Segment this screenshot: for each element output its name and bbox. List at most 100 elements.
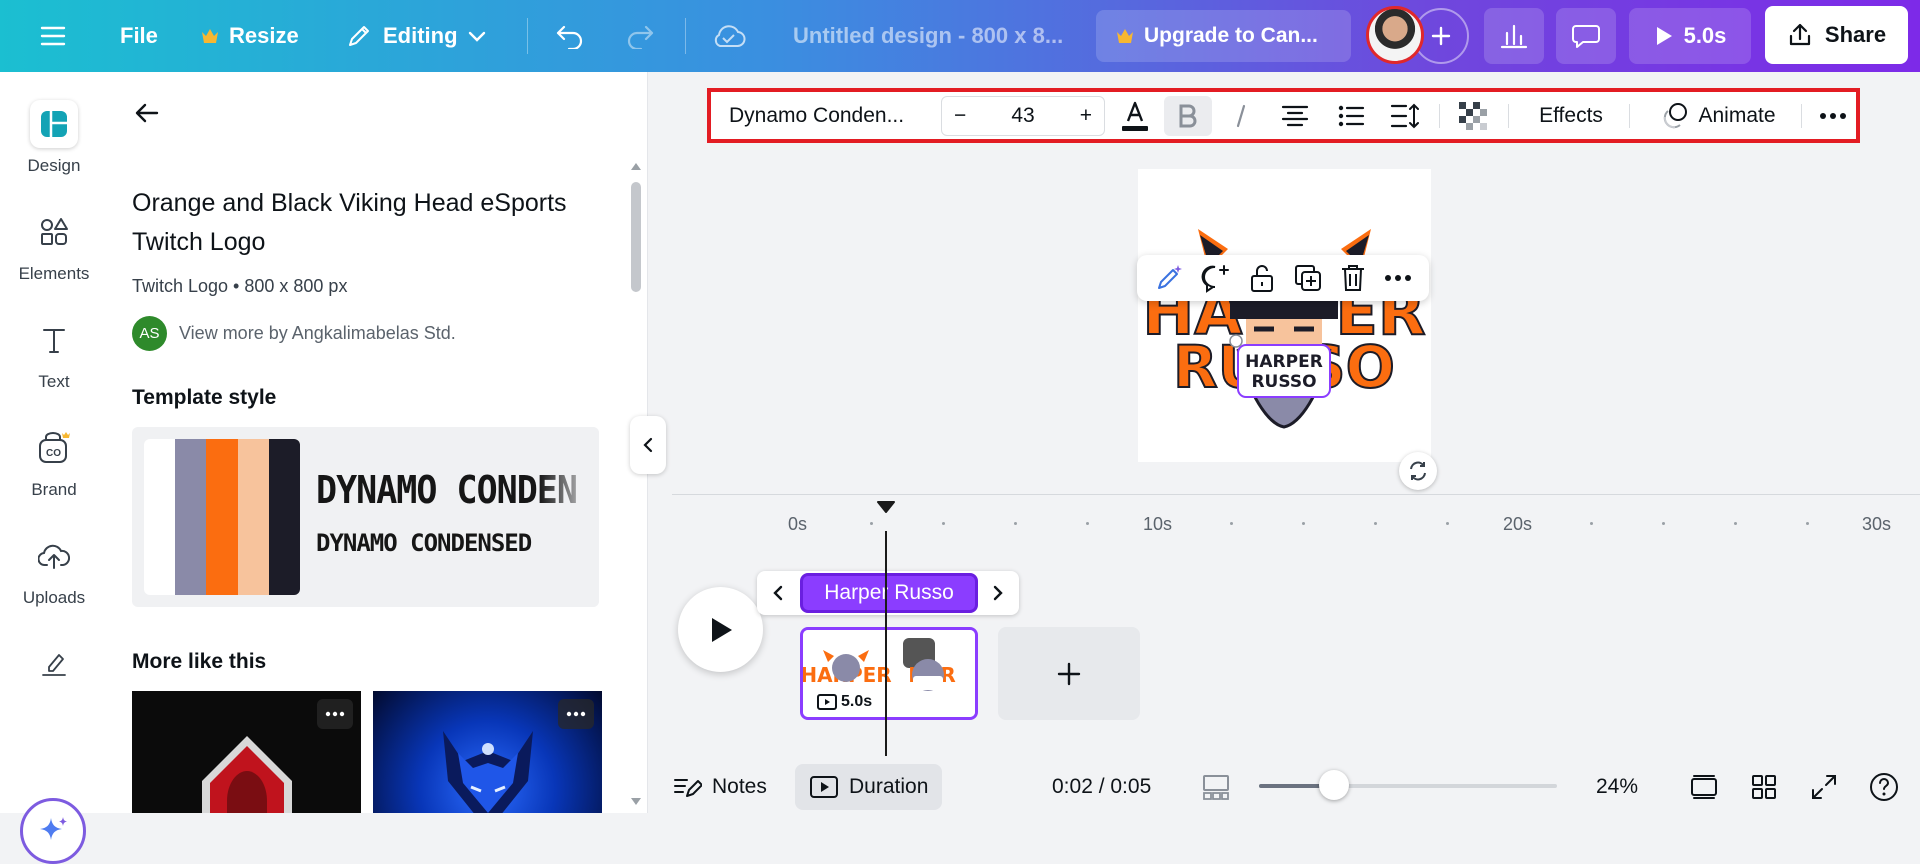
rail-item-design[interactable]: Design	[0, 100, 108, 176]
magic-assistant-button[interactable]	[20, 798, 86, 864]
play-icon	[711, 617, 732, 642]
undo-button[interactable]	[555, 0, 585, 72]
rail-label: Design	[27, 156, 81, 175]
design-artboard[interactable]: HARPER RUSSO HARPER RUSSO	[1138, 169, 1431, 462]
decrease-font-button[interactable]: −	[954, 104, 966, 128]
duration-label: Duration	[849, 775, 929, 798]
tick-label: 0s	[788, 514, 808, 534]
rail-item-draw[interactable]	[0, 640, 108, 688]
rail-item-uploads[interactable]: Uploads	[0, 532, 108, 608]
more-icon	[1385, 275, 1412, 281]
document-title[interactable]: Untitled design - 800 x 8...	[793, 0, 1063, 72]
scene-name-label[interactable]: Harper Russo	[800, 573, 978, 613]
more-icon	[1820, 113, 1846, 119]
lock-button[interactable]	[1249, 263, 1275, 293]
refresh-button[interactable]	[1399, 452, 1437, 490]
back-button[interactable]	[134, 100, 160, 126]
tick-dot	[870, 522, 873, 525]
share-icon	[1789, 23, 1811, 46]
tick-dot	[1590, 522, 1593, 525]
share-button[interactable]: Share	[1765, 6, 1908, 64]
italic-button[interactable]	[1219, 96, 1263, 136]
play-button[interactable]	[678, 587, 763, 672]
more-icon	[566, 711, 586, 717]
chevron-left-icon[interactable]	[771, 584, 785, 602]
notes-button[interactable]: Notes	[672, 764, 767, 810]
template-style-card[interactable]: DYNAMO CONDEN DYNAMO CONDENSED	[132, 427, 599, 607]
more-options-button[interactable]	[558, 699, 594, 729]
collapse-panel-button[interactable]	[630, 416, 666, 474]
zoom-slider-knob[interactable]	[1319, 770, 1349, 800]
increase-font-button[interactable]: +	[1080, 104, 1092, 128]
grid-view-button[interactable]	[1750, 764, 1778, 810]
more-options-button[interactable]	[317, 699, 353, 729]
pencil-icon	[349, 26, 369, 46]
bold-button[interactable]	[1164, 96, 1212, 136]
pages-view-button[interactable]	[1689, 764, 1719, 810]
effects-button[interactable]: Effects	[1521, 96, 1621, 136]
plus-icon	[1431, 26, 1451, 46]
insights-button[interactable]	[1484, 8, 1544, 64]
transparency-button[interactable]	[1451, 96, 1495, 136]
delete-button[interactable]	[1340, 263, 1366, 293]
more-toolbar-button[interactable]	[1811, 96, 1855, 136]
scroll-down-icon	[631, 798, 641, 805]
template-panel: Orange and Black Viking Head eSports Twi…	[108, 72, 648, 813]
crown-icon	[202, 29, 218, 43]
design-icon	[30, 100, 78, 148]
text-color-button[interactable]	[1111, 96, 1159, 136]
animate-button[interactable]: Animate	[1643, 96, 1793, 136]
tick-dot	[1374, 522, 1377, 525]
redo-button[interactable]	[625, 0, 655, 72]
list-button[interactable]	[1329, 96, 1373, 136]
template-title: Orange and Black Viking Head eSports Twi…	[132, 189, 567, 256]
font-sample-large: DYNAMO CONDEN	[316, 469, 578, 513]
upgrade-button[interactable]: Upgrade to Can...	[1096, 10, 1351, 62]
fade-overlay	[539, 427, 599, 607]
duplicate-button[interactable]	[1293, 263, 1323, 293]
align-button[interactable]	[1273, 96, 1317, 136]
notes-icon	[674, 779, 702, 797]
playhead[interactable]	[885, 531, 887, 756]
template-thumbnail[interactable]	[132, 691, 361, 813]
swatch	[268, 439, 300, 595]
brand-icon: CO	[30, 424, 78, 472]
rail-item-brand[interactable]: CO Brand	[0, 424, 108, 500]
add-comment-button[interactable]	[1201, 263, 1231, 293]
font-size-input[interactable]: 43	[1011, 104, 1034, 128]
bullet-list-icon	[1338, 105, 1365, 127]
fullscreen-button[interactable]	[1810, 764, 1838, 810]
more-options-button[interactable]	[1384, 274, 1412, 282]
tick-dot	[1302, 522, 1305, 525]
tick-dot	[1662, 522, 1665, 525]
help-button[interactable]	[1868, 764, 1900, 810]
divider	[527, 18, 528, 54]
rail-item-elements[interactable]: Elements	[0, 208, 108, 284]
magic-edit-button[interactable]	[1154, 263, 1184, 293]
spacing-button[interactable]	[1383, 96, 1427, 136]
save-status[interactable]	[710, 0, 746, 72]
author-link[interactable]: AS View more by Angkalimabelas Std.	[132, 316, 456, 351]
editing-dropdown[interactable]: Editing	[345, 0, 486, 72]
file-menu[interactable]: File	[120, 0, 158, 72]
rail-item-text[interactable]: Text	[0, 316, 108, 392]
tick-label: 10s	[1143, 514, 1173, 534]
thumbnail-view-toggle[interactable]	[1202, 764, 1230, 810]
font-family-dropdown[interactable]: Dynamo Conden...	[719, 96, 934, 136]
chevron-right-icon[interactable]	[991, 584, 1005, 602]
duration-button[interactable]: Duration	[795, 764, 943, 810]
playhead-handle[interactable]	[876, 500, 896, 514]
scrollbar-thumb[interactable]	[631, 182, 641, 292]
zoom-level[interactable]: 24%	[1596, 764, 1638, 810]
crown-icon	[1117, 29, 1133, 43]
template-thumbnail[interactable]	[373, 691, 602, 813]
resize-button[interactable]: Resize	[201, 0, 299, 72]
timeline-clip[interactable]: HARPER HAR 5.0s	[800, 627, 978, 720]
add-page-button[interactable]	[998, 627, 1140, 720]
page-thumbnails-icon	[1203, 775, 1229, 800]
avatar[interactable]	[1366, 6, 1424, 64]
present-button[interactable]: 5.0s	[1629, 8, 1751, 64]
comments-button[interactable]	[1556, 8, 1616, 64]
tick-dot	[1230, 522, 1233, 525]
menu-button[interactable]	[40, 0, 66, 72]
